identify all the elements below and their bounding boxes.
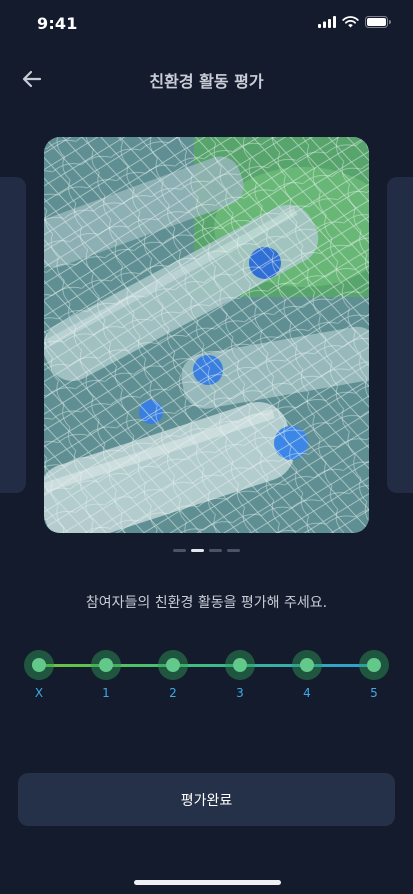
- pagination-dot-active[interactable]: [191, 549, 204, 552]
- pagination-dot[interactable]: [209, 549, 222, 552]
- pagination-dot[interactable]: [227, 549, 240, 552]
- rating-label: 2: [169, 686, 177, 700]
- rating-track: [39, 664, 374, 667]
- rating-label: 4: [303, 686, 311, 700]
- plastic-bottles-image: [44, 137, 369, 533]
- page-title: 친환경 활동 평가: [149, 72, 264, 91]
- status-icons: [318, 16, 391, 28]
- rating-scale: X 1 2 3 4 5: [24, 650, 389, 700]
- signal-icon: [318, 16, 336, 28]
- carousel-next-card[interactable]: [387, 177, 413, 493]
- header: 친환경 활동 평가: [0, 55, 413, 103]
- rating-step-5[interactable]: [359, 650, 389, 680]
- status-bar: 9:41: [0, 0, 413, 50]
- pagination-dot[interactable]: [173, 549, 186, 552]
- rating-label: X: [34, 686, 44, 700]
- carousel-photo[interactable]: [44, 137, 369, 533]
- home-indicator[interactable]: [134, 880, 281, 885]
- battery-icon: [365, 16, 391, 28]
- rating-step-x[interactable]: [24, 650, 54, 680]
- rating-step-1[interactable]: [91, 650, 121, 680]
- wifi-icon: [342, 16, 359, 28]
- rating-step-4[interactable]: [292, 650, 322, 680]
- rating-label: 3: [236, 686, 244, 700]
- rating-label: 5: [370, 686, 378, 700]
- carousel-prev-card[interactable]: [0, 177, 26, 493]
- carousel-pagination: [0, 549, 413, 552]
- status-time: 9:41: [37, 14, 78, 33]
- rating-label: 1: [102, 686, 110, 700]
- rating-prompt: 참여자들의 친환경 활동을 평가해 주세요.: [85, 595, 328, 611]
- rating-step-3[interactable]: [225, 650, 255, 680]
- submit-rating-button[interactable]: 평가완료: [18, 773, 395, 826]
- rating-step-2[interactable]: [158, 650, 188, 680]
